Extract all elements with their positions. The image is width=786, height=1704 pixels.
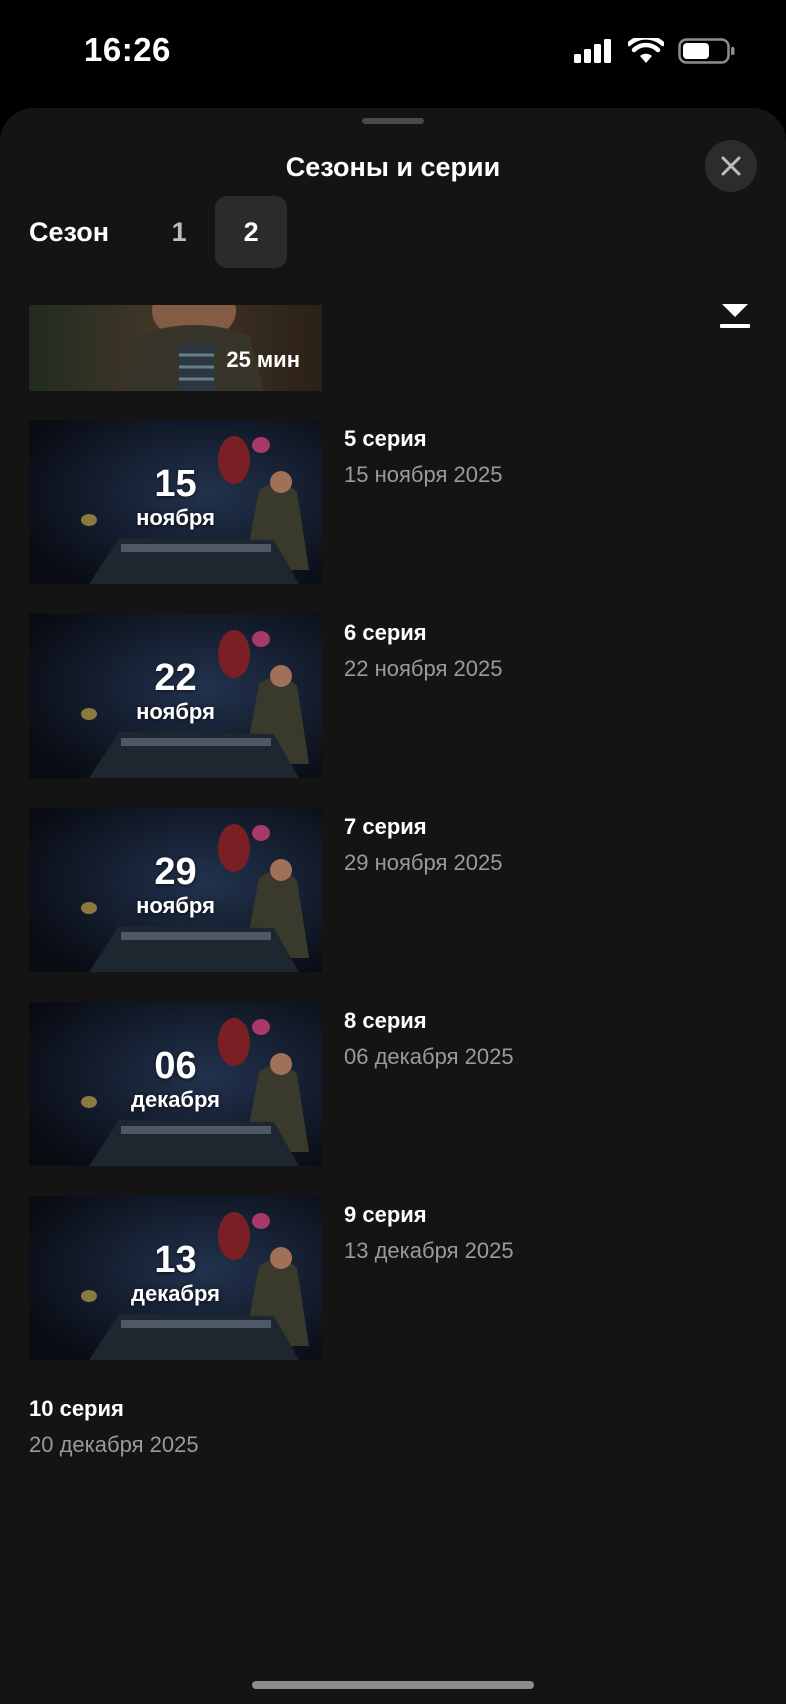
home-indicator[interactable] xyxy=(252,1681,534,1689)
release-month: декабря xyxy=(130,1087,221,1112)
episode-title[interactable]: 8 серия xyxy=(344,1008,427,1034)
episode-date: 13 декабря 2025 xyxy=(344,1238,514,1263)
sheet-title: Сезоны и серии xyxy=(285,152,501,182)
season-selector: Сезон 1 2 xyxy=(29,196,288,268)
status-icons xyxy=(574,38,736,64)
episode-title[interactable]: 7 серия xyxy=(344,814,427,840)
close-icon xyxy=(721,156,741,176)
release-day: 29 xyxy=(154,851,197,893)
release-month: ноября xyxy=(136,699,215,724)
episode-thumbnail[interactable]: 13 декабря xyxy=(29,1196,322,1360)
episode-date: 22 ноября 2025 xyxy=(344,656,503,681)
episode-title[interactable]: 10 серия xyxy=(29,1396,124,1422)
status-bar: 16:26 xyxy=(0,0,786,100)
release-month: ноября xyxy=(136,893,215,918)
release-day: 13 xyxy=(154,1239,197,1281)
episode-release-badge: 15 ноября xyxy=(29,464,322,532)
episode-date: 20 декабря 2025 xyxy=(29,1432,199,1457)
episode-date: 29 ноября 2025 xyxy=(344,850,503,875)
episode-title[interactable]: 5 серия xyxy=(344,426,427,452)
release-day: 15 xyxy=(154,463,197,505)
season-label: Сезон xyxy=(29,216,110,247)
status-time: 16:26 xyxy=(84,31,171,68)
episode-release-badge: 13 декабря xyxy=(29,1240,322,1308)
cellular-signal-icon xyxy=(574,39,611,63)
release-month: ноября xyxy=(136,505,215,530)
episode-date: 06 декабря 2025 xyxy=(344,1044,514,1069)
episode-thumbnail[interactable]: 22 ноября xyxy=(29,614,322,778)
release-month: декабря xyxy=(130,1281,221,1306)
episode-thumbnail[interactable]: 29 ноября xyxy=(29,808,322,972)
season-tab-1[interactable]: 1 xyxy=(143,196,215,268)
episode-release-badge: 29 ноября xyxy=(29,852,322,920)
episode-date: 15 ноября 2025 xyxy=(344,462,503,487)
close-button[interactable] xyxy=(705,140,757,192)
wifi-icon xyxy=(628,38,664,63)
episode-release-badge: 22 ноября xyxy=(29,658,322,726)
episode-release-badge: 06 декабря xyxy=(29,1046,322,1114)
download-button[interactable] xyxy=(717,300,753,332)
release-day: 06 xyxy=(154,1045,197,1087)
sheet-grabber[interactable] xyxy=(362,118,424,124)
season-tab-2[interactable]: 2 xyxy=(215,196,288,268)
download-icon xyxy=(720,304,750,328)
episode-thumbnail-partial[interactable]: 25 мин xyxy=(29,305,322,391)
seasons-sheet: Сезоны и серии Сезон 1 2 25 мин 15 ноябр… xyxy=(0,108,786,1704)
episode-thumbnail[interactable]: 15 ноября xyxy=(29,420,322,584)
episode-title[interactable]: 6 серия xyxy=(344,620,427,646)
battery-icon xyxy=(678,38,735,64)
episode-title[interactable]: 9 серия xyxy=(344,1202,427,1228)
release-day: 22 xyxy=(154,657,197,699)
episode-duration: 25 мин xyxy=(226,347,300,372)
episode-thumbnail[interactable]: 06 декабря xyxy=(29,1002,322,1166)
